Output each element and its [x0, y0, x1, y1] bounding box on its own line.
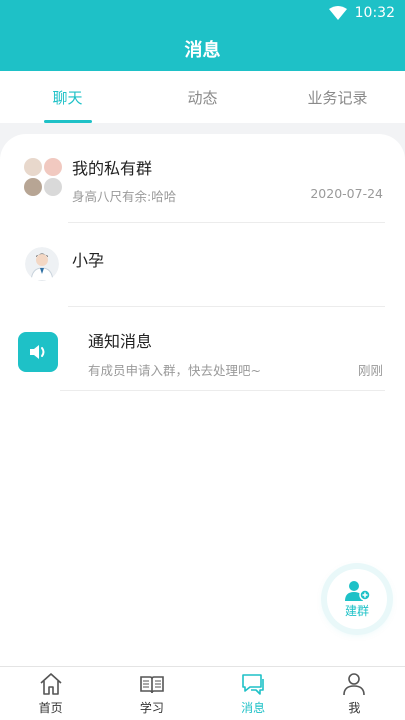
create-group-label: 建群: [344, 603, 369, 618]
conversation-preview: 身高八尺有余:哈哈: [72, 189, 177, 204]
tab-label: 聊天: [52, 88, 83, 107]
member-avatar: [44, 178, 62, 196]
person-icon: [343, 673, 366, 696]
conversation-item-xiaoyun[interactable]: 小孕: [0, 223, 405, 307]
tab-moments[interactable]: 动态: [135, 71, 270, 123]
conversation-name: 我的私有群: [72, 159, 153, 178]
nav-label: 我: [348, 701, 361, 715]
book-icon: [140, 676, 164, 694]
divider: [60, 390, 385, 391]
tab-label: 业务记录: [307, 88, 368, 107]
tab-chat[interactable]: 聊天: [0, 71, 135, 123]
home-icon: [40, 673, 62, 695]
nav-label: 首页: [38, 701, 63, 715]
conversation-time: 刚刚: [357, 363, 383, 378]
chat-icon: [242, 674, 264, 695]
status-time: 10:32: [354, 5, 395, 21]
wifi-icon: [328, 6, 347, 20]
page-title: 消息: [184, 39, 221, 61]
speaker-icon: [30, 345, 45, 359]
nav-label: 消息: [241, 701, 266, 715]
status-bar: 10:32: [0, 0, 405, 26]
nav-home[interactable]: 首页: [0, 667, 101, 720]
nav-me[interactable]: 我: [304, 667, 405, 720]
nav-messages[interactable]: 消息: [203, 667, 304, 720]
conversation-item-group[interactable]: 我的私有群 身高八尺有余:哈哈 2020-07-24: [0, 134, 405, 223]
add-user-icon: [345, 580, 371, 601]
member-avatar: [44, 158, 62, 176]
title-bar: 消息: [0, 26, 405, 71]
create-group-button[interactable]: 建群: [327, 569, 387, 629]
conversation-preview: 有成员申请入群，快去处理吧~: [88, 363, 261, 378]
bottom-nav: 首页 学习 消息 我: [0, 666, 405, 720]
notice-avatar: [18, 332, 58, 372]
tab-label: 动态: [187, 88, 218, 107]
tab-bar: 聊天 动态 业务记录: [0, 71, 405, 123]
conversation-item-notice[interactable]: 通知消息 有成员申请入群，快去处理吧~ 刚刚: [0, 313, 405, 391]
conversation-name: 小孕: [72, 251, 105, 270]
group-avatar: [24, 158, 62, 196]
nav-label: 学习: [139, 701, 164, 715]
nav-study[interactable]: 学习: [101, 667, 202, 720]
conversation-name: 通知消息: [88, 332, 153, 351]
tab-business-records[interactable]: 业务记录: [270, 71, 405, 123]
doctor-avatar: [25, 247, 59, 281]
conversation-time: 2020-07-24: [310, 186, 383, 201]
member-avatar: [24, 178, 42, 196]
member-avatar: [24, 158, 42, 176]
divider: [68, 306, 385, 307]
